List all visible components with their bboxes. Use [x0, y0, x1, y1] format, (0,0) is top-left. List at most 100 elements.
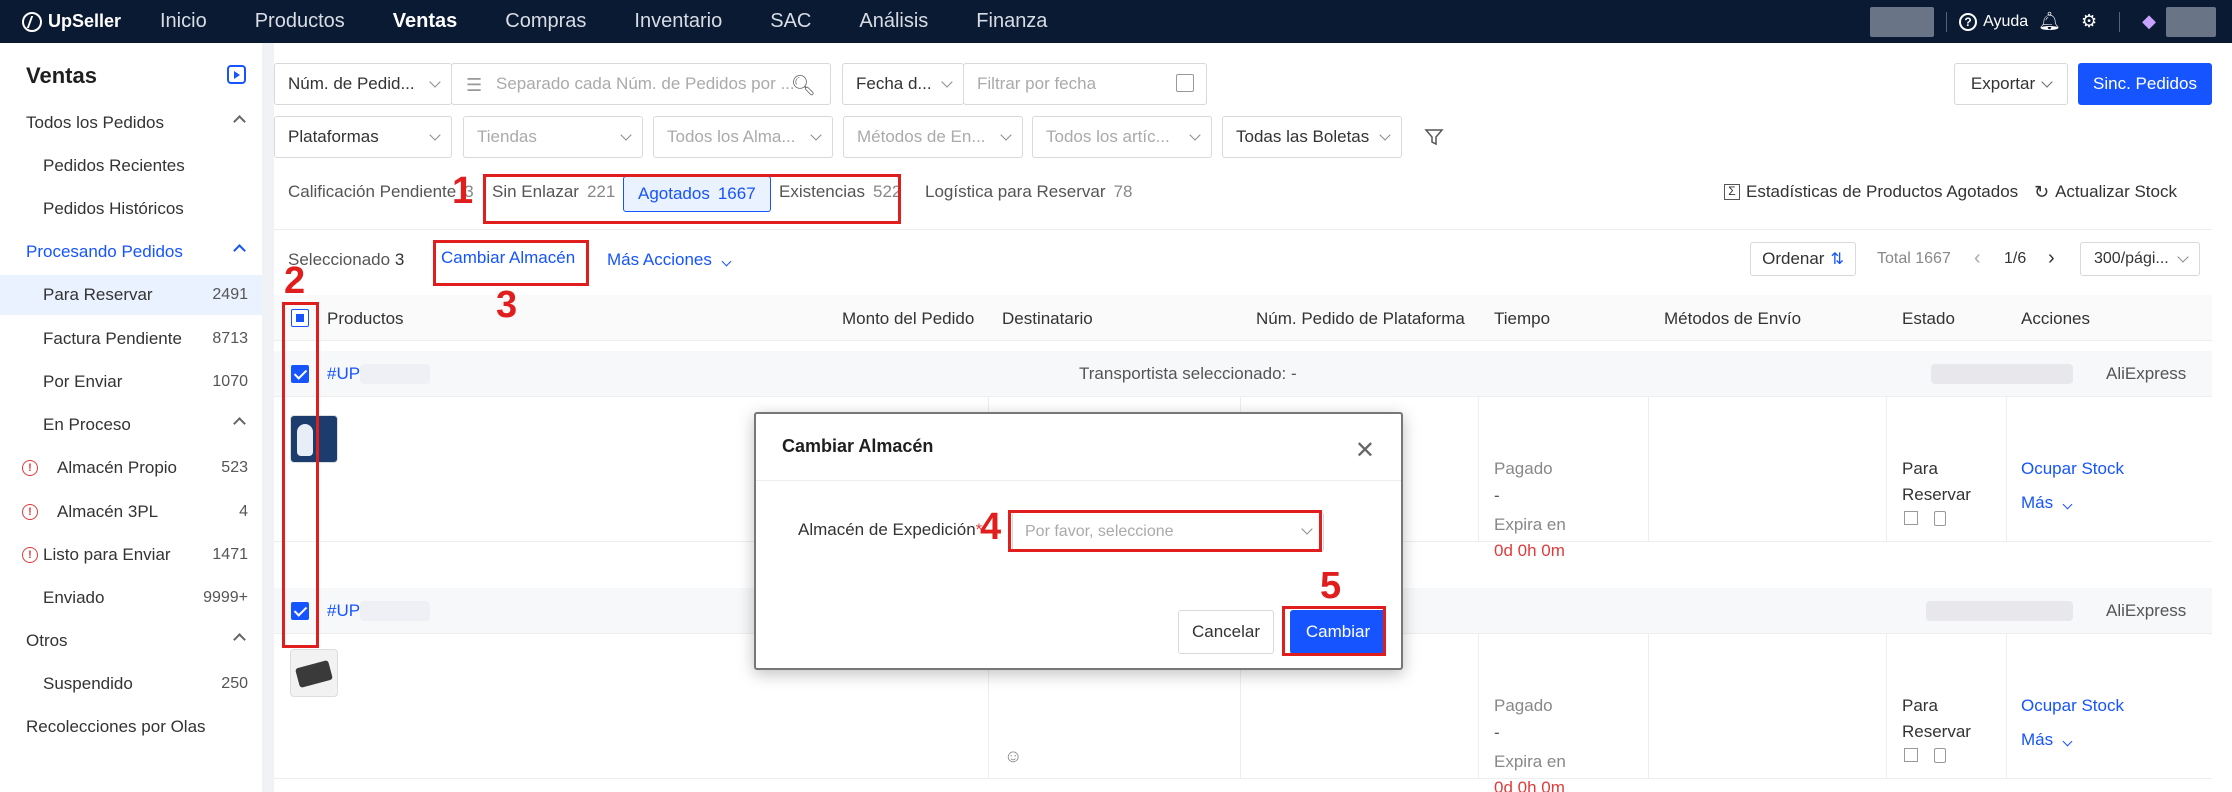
- tickets-select[interactable]: Todas las Boletas: [1222, 116, 1402, 158]
- sold-out-stats-link[interactable]: Σ Estadísticas de Productos Agotados: [1724, 174, 2018, 210]
- date-type-select[interactable]: Fecha d...: [842, 63, 964, 105]
- account-blur[interactable]: [1870, 6, 1935, 37]
- status-line-1: Para: [1902, 696, 1938, 715]
- date-filter-input[interactable]: Filtrar por fecha: [963, 63, 1207, 105]
- sort-button[interactable]: Ordenar ⇅: [1750, 242, 1856, 276]
- platforms-select[interactable]: Plataformas: [274, 116, 452, 158]
- sidebar-title: Ventas: [26, 63, 97, 88]
- expires-label: Expira en: [1494, 515, 1566, 534]
- items-select[interactable]: Todos los artíc...: [1032, 116, 1212, 158]
- refresh-icon: ↻: [2034, 181, 2050, 202]
- page-size-select[interactable]: 300/pági...: [2080, 242, 2200, 276]
- annotation-number-2: 2: [284, 260, 306, 302]
- sidebar-item-3pl-warehouse[interactable]: ! Almacén 3PL 4: [0, 492, 262, 532]
- store-blur: [1926, 601, 2073, 621]
- nav-compras[interactable]: Compras: [505, 10, 586, 33]
- sidebar-item-to-reserve[interactable]: Para Reservar 2491: [0, 275, 262, 315]
- question-icon: ?: [1959, 12, 1978, 31]
- chevron-down-icon: [2177, 251, 2189, 263]
- barcode-icon[interactable]: [1904, 511, 1918, 525]
- more-link[interactable]: Más: [2021, 493, 2073, 513]
- paid-status: Pagado: [1494, 459, 1553, 478]
- annotation-box-5: [1282, 606, 1386, 656]
- collapse-sidebar-icon[interactable]: [227, 65, 246, 84]
- sidebar-item-sent[interactable]: Enviado 9999+: [0, 578, 262, 618]
- user-edit-icon[interactable]: ☺: [1004, 746, 1022, 767]
- sidebar-item-processing[interactable]: Procesando Pedidos: [0, 232, 262, 272]
- sidebar-item-all-orders[interactable]: Todos los Pedidos: [0, 103, 262, 143]
- product-thumbnail[interactable]: [290, 649, 338, 697]
- top-nav: UpSeller Inicio Productos Ventas Compras…: [0, 0, 2232, 43]
- col-platform-order: Núm. Pedido de Plataforma: [1256, 309, 1465, 328]
- sidebar-item-to-ship[interactable]: Por Enviar 1070: [0, 362, 262, 402]
- sidebar-item-waves[interactable]: Recolecciones por Olas: [0, 707, 262, 747]
- divider: [1478, 397, 1479, 542]
- diamond-icon[interactable]: ◆: [2142, 11, 2156, 32]
- user-blur[interactable]: [2166, 6, 2216, 37]
- reserve-stock-link[interactable]: Ocupar Stock: [2021, 696, 2124, 716]
- chevron-down-icon: [1379, 129, 1391, 141]
- prev-page-icon[interactable]: ‹: [1974, 247, 1981, 270]
- chevron-down-icon: [2062, 736, 2073, 747]
- close-icon[interactable]: ✕: [1355, 436, 1375, 465]
- selected-label: Seleccionado 3: [288, 250, 405, 269]
- tab-pending-rating[interactable]: Calificación Pendiente 3: [288, 174, 474, 210]
- cancel-button[interactable]: Cancelar: [1178, 610, 1274, 654]
- sidebar-item-recent[interactable]: Pedidos Recientes: [0, 146, 262, 186]
- divider: [1648, 397, 1649, 542]
- annotation-box-1: [483, 174, 901, 224]
- divider: [2006, 397, 2007, 542]
- order-search-input[interactable]: ☰ Separado cada Núm. de Pedidos por ... …: [451, 63, 831, 105]
- modal-title: Cambiar Almacén: [782, 436, 934, 456]
- nav-ventas[interactable]: Ventas: [393, 10, 457, 33]
- col-time: Tiempo: [1494, 309, 1551, 328]
- nav-analisis[interactable]: Análisis: [859, 10, 928, 33]
- stores-select[interactable]: Tiendas: [463, 116, 643, 158]
- order-number-type-select[interactable]: Núm. de Pedid...: [274, 63, 452, 105]
- nav-inventario[interactable]: Inventario: [634, 10, 722, 33]
- more-actions-dropdown[interactable]: Más Acciones: [607, 250, 732, 270]
- annotation-number-5: 5: [1320, 565, 1342, 607]
- platform-name: AliExpress: [2106, 364, 2187, 383]
- expires-countdown: 0d 0h 0m: [1494, 778, 1565, 792]
- tab-logistics[interactable]: Logística para Reservar 78: [925, 174, 1132, 210]
- sidebar-item-ready[interactable]: ! Listo para Enviar 1471: [0, 535, 262, 575]
- nav-finanza[interactable]: Finanza: [976, 10, 1047, 33]
- filter-icon[interactable]: [1424, 127, 1444, 147]
- sidebar-item-suspended[interactable]: Suspendido 250: [0, 664, 262, 704]
- export-button[interactable]: Exportar: [1954, 63, 2068, 105]
- sidebar-item-invoice-pending[interactable]: Factura Pendiente 8713: [0, 319, 262, 359]
- more-link[interactable]: Más: [2021, 730, 2073, 750]
- shipping-methods-select[interactable]: Métodos de En...: [843, 116, 1023, 158]
- sidebar-item-own-warehouse[interactable]: ! Almacén Propio 523: [0, 448, 262, 488]
- warehouses-select[interactable]: Todos los Alma...: [653, 116, 833, 158]
- note-icon[interactable]: [1934, 511, 1946, 526]
- bell-icon[interactable]: 🔔︎: [2038, 11, 2061, 32]
- sidebar-item-historic[interactable]: Pedidos Históricos: [0, 189, 262, 229]
- chevron-down-icon: [2062, 499, 2073, 510]
- sidebar-item-in-process[interactable]: En Proceso: [0, 405, 262, 445]
- sync-orders-button[interactable]: Sinc. Pedidos: [2078, 63, 2212, 105]
- note-icon[interactable]: [1934, 748, 1946, 763]
- list-icon: ☰: [466, 75, 483, 95]
- chevron-down-icon: [429, 129, 441, 141]
- update-stock-link[interactable]: ↻ Actualizar Stock: [2034, 174, 2177, 210]
- sidebar-item-others[interactable]: Otros: [0, 621, 262, 661]
- reserve-stock-link[interactable]: Ocupar Stock: [2021, 459, 2124, 479]
- nav-productos[interactable]: Productos: [255, 10, 345, 33]
- chevron-down-icon: [2041, 76, 2053, 88]
- total-count: Total 1667: [1877, 250, 1951, 267]
- logo[interactable]: UpSeller: [0, 11, 160, 32]
- gear-icon[interactable]: ⚙: [2081, 11, 2097, 32]
- order-row-header: #UPH Transportista seleccionado: - AliEx…: [274, 351, 2212, 397]
- search-icon[interactable]: 🔍︎: [791, 73, 816, 98]
- barcode-icon[interactable]: [1904, 748, 1918, 762]
- nav-sac[interactable]: SAC: [770, 10, 811, 33]
- dash: -: [1494, 723, 1500, 742]
- nav-inicio[interactable]: Inicio: [160, 10, 207, 33]
- chevron-down-icon: [620, 129, 632, 141]
- chevron-up-icon: [233, 633, 246, 646]
- order-id-blur: [360, 364, 430, 384]
- next-page-icon[interactable]: ›: [2048, 247, 2055, 270]
- help-link[interactable]: ? Ayuda: [1959, 12, 2028, 31]
